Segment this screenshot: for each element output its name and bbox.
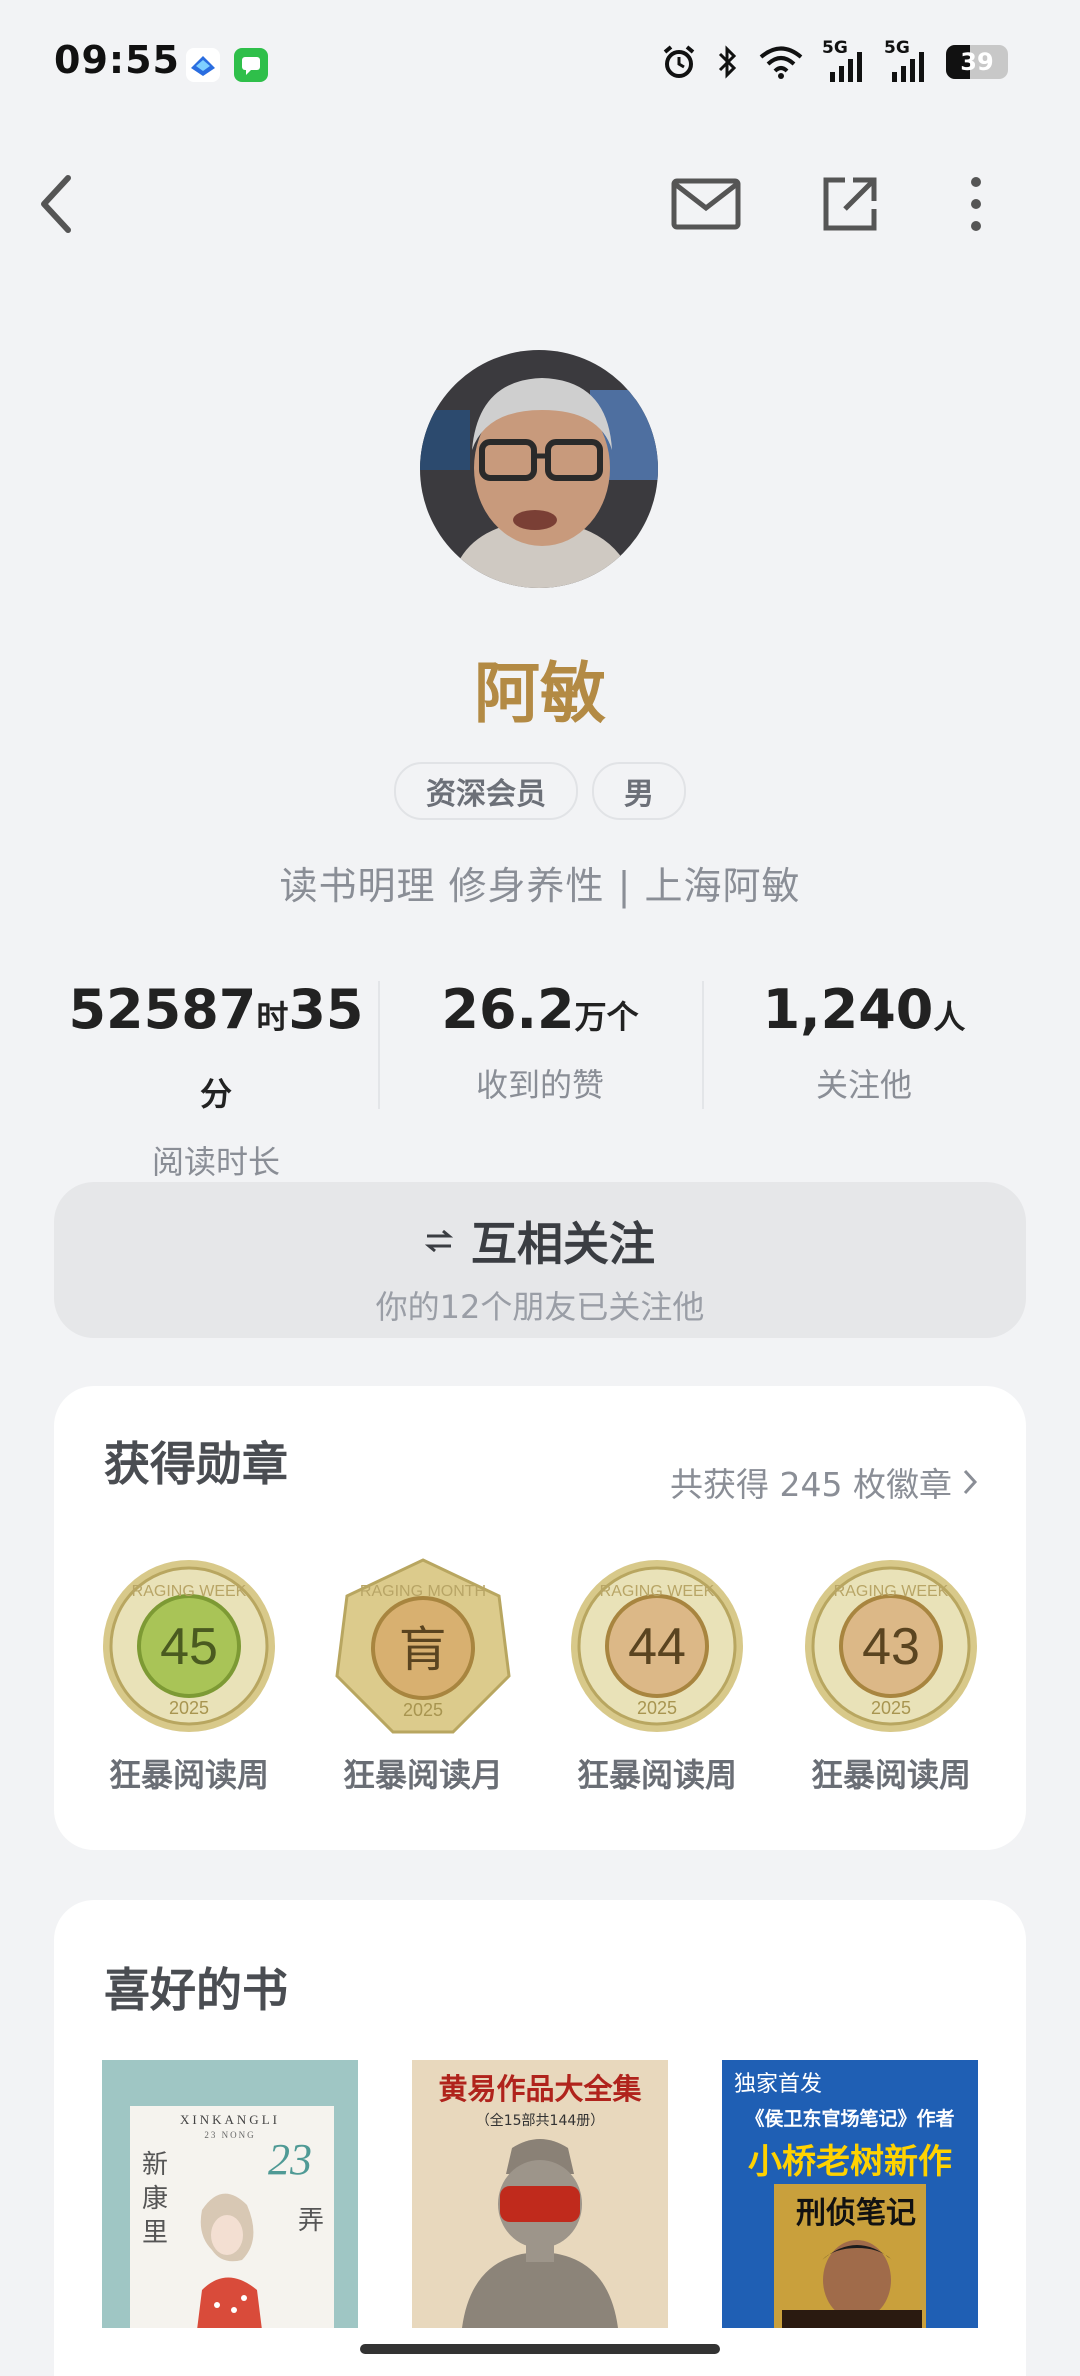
reading-minutes: 35 — [288, 978, 364, 1041]
medal-number: 44 — [628, 1618, 686, 1676]
chevron-left-icon — [41, 175, 71, 233]
medal-ring-text: RAGING WEEK — [132, 1583, 247, 1600]
medal-year: 2025 — [871, 1698, 911, 1718]
signal-2-indicator: 5G — [884, 38, 928, 82]
cover-num-text: 23 — [268, 2135, 312, 2184]
avatar[interactable] — [420, 350, 658, 588]
book-cover[interactable]: XINKANGLI 23 NONG 新康里 23 弄 — [102, 2060, 358, 2328]
member-level-tag: 资深会员 — [394, 762, 578, 820]
medal-badge-icon: RAGING WEEK 44 2025 — [567, 1556, 747, 1736]
medal-label: 狂暴阅读月 — [342, 1756, 503, 1794]
back-button[interactable] — [20, 168, 92, 240]
mail-icon — [671, 178, 741, 230]
cover-badge-text: 独家首发 — [734, 2072, 823, 2097]
share-button[interactable] — [814, 168, 886, 240]
cover-illustration — [197, 2193, 262, 2328]
likes-unit: 万个 — [574, 998, 639, 1036]
more-button[interactable] — [940, 168, 1012, 240]
cover-title-text: 黄易作品大全集 — [438, 2072, 642, 2106]
username: 阿敏 — [474, 655, 606, 732]
medal-item[interactable]: RAGING WEEK 44 2025 狂暴阅读周 — [557, 1556, 757, 1796]
reading-minutes-unit: 分 — [199, 1075, 232, 1113]
app-notification-icon — [186, 48, 220, 82]
reading-hours: 52587 — [68, 978, 257, 1041]
medal-label: 狂暴阅读周 — [108, 1756, 269, 1794]
medal-number: 43 — [862, 1618, 920, 1676]
medal-label: 狂暴阅读周 — [576, 1756, 737, 1794]
cover-line2-text: 小桥老树新作 — [748, 2142, 952, 2182]
likes-value-row: 26.2万个 — [378, 975, 702, 1052]
medals-card: 获得勋章 共获得 245 枚徽章 RAGING WEEK 45 2025 狂暴阅… — [54, 1386, 1026, 1850]
medal-item[interactable]: RAGING WEEK 43 2025 狂暴阅读周 — [791, 1556, 991, 1796]
follow-main: 互相关注 — [54, 1208, 1026, 1274]
cover-book-text: 刑侦笔记 — [796, 2196, 916, 2231]
cover-sub-text: （全15部共144册） — [475, 2113, 605, 2129]
medal-label: 狂暴阅读周 — [810, 1756, 971, 1794]
medal-item[interactable]: RAGING MONTH 肓 2025 狂暴阅读月 — [323, 1556, 523, 1796]
profile-tags: 资深会员 男 — [0, 762, 1080, 820]
cover-left-text: 新康里 — [142, 2150, 169, 2248]
book-cover[interactable]: 独家首发 《侯卫东官场笔记》作者 小桥老树新作 刑侦笔记 — [722, 2060, 978, 2328]
books-title: 喜好的书 — [104, 1963, 288, 2017]
bluetooth-icon — [718, 45, 737, 79]
cover-sub-text: 23 NONG — [204, 2130, 256, 2140]
medal-list: RAGING WEEK 45 2025 狂暴阅读周 RAGING MONTH 肓… — [54, 1556, 1026, 1796]
profile-stats: 52587时35 分 阅读时长 26.2万个 收到的赞 1,240人 关注他 — [54, 975, 1026, 1181]
messages-app-icon — [234, 48, 268, 82]
chevron-right-icon — [963, 1469, 978, 1495]
cover-right-text: 弄 — [298, 2206, 325, 2236]
battery-indicator: 39 — [946, 45, 1008, 79]
medals-title: 获得勋章 — [104, 1437, 288, 1491]
followers-value: 1,240 — [762, 978, 934, 1041]
gender-tag: 男 — [592, 762, 686, 820]
book-list: XINKANGLI 23 NONG 新康里 23 弄 黄易作品大全集 （全15部… — [102, 2060, 978, 2328]
reading-time-label: 阅读时长 — [151, 1143, 280, 1181]
cover-top-text: XINKANGLI — [180, 2112, 280, 2127]
battery-level: 39 — [960, 48, 994, 76]
swap-arrows-icon — [425, 1229, 453, 1253]
share-external-icon — [823, 177, 877, 231]
medal-number: 肓 — [399, 1622, 447, 1678]
medal-ring-text: RAGING WEEK — [834, 1583, 949, 1600]
medal-badge-icon: RAGING WEEK 43 2025 — [801, 1556, 981, 1736]
profile-bio: 读书明理 修身养性 | 上海阿敏 — [279, 864, 801, 908]
medal-badge-icon: RAGING MONTH 肓 2025 — [333, 1556, 513, 1736]
cover-illustration — [462, 2139, 618, 2328]
medal-item[interactable]: RAGING WEEK 45 2025 狂暴阅读周 — [89, 1556, 289, 1796]
followers-stat[interactable]: 1,240人 关注他 — [702, 975, 1026, 1115]
reading-time-stat[interactable]: 52587时35 分 阅读时长 — [54, 975, 378, 1181]
status-right: 5G 5G 39 — [660, 38, 1008, 86]
reading-time-value: 52587时35 分 — [54, 975, 378, 1129]
follow-label: 互相关注 — [471, 1217, 655, 1271]
followers-unit: 人 — [933, 998, 966, 1036]
follow-subtitle: 你的12个朋友已关注他 — [375, 1288, 705, 1326]
medal-year: 2025 — [637, 1698, 677, 1718]
followers-label: 关注他 — [815, 1066, 912, 1104]
followers-value-row: 1,240人 — [702, 975, 1026, 1052]
mutual-follow-button[interactable]: 互相关注 你的12个朋友已关注他 — [54, 1182, 1026, 1338]
alarm-icon — [663, 45, 695, 78]
likes-value: 26.2 — [441, 978, 575, 1041]
favorite-books-card: 喜好的书 XINKANGLI 23 NONG 新康里 23 弄 黄易作品大全集 … — [54, 1900, 1026, 2376]
medal-year: 2025 — [403, 1700, 443, 1720]
medals-count-text: 共获得 245 枚徽章 — [670, 1465, 952, 1504]
likes-stat[interactable]: 26.2万个 收到的赞 — [378, 975, 702, 1115]
likes-label: 收到的赞 — [475, 1066, 604, 1104]
reading-hours-unit: 时 — [256, 998, 289, 1036]
medal-year: 2025 — [169, 1698, 209, 1718]
medal-number: 45 — [160, 1618, 218, 1676]
message-button[interactable] — [668, 168, 744, 240]
wifi-icon — [759, 46, 803, 79]
book-cover[interactable]: 黄易作品大全集 （全15部共144册） — [412, 2060, 668, 2328]
home-indicator[interactable] — [360, 2344, 720, 2354]
medals-count-link[interactable]: 共获得 245 枚徽章 — [670, 1458, 978, 1506]
cover-illustration — [782, 2240, 922, 2328]
status-time: 09:55 — [54, 38, 180, 82]
medal-ring-text: RAGING MONTH — [360, 1583, 486, 1600]
medal-badge-icon: RAGING WEEK 45 2025 — [99, 1556, 279, 1736]
signal-1-indicator: 5G — [822, 38, 866, 82]
medal-ring-text: RAGING WEEK — [600, 1583, 715, 1600]
more-vertical-icon — [971, 177, 981, 231]
cover-line1-text: 《侯卫东官场笔记》作者 — [745, 2108, 955, 2130]
